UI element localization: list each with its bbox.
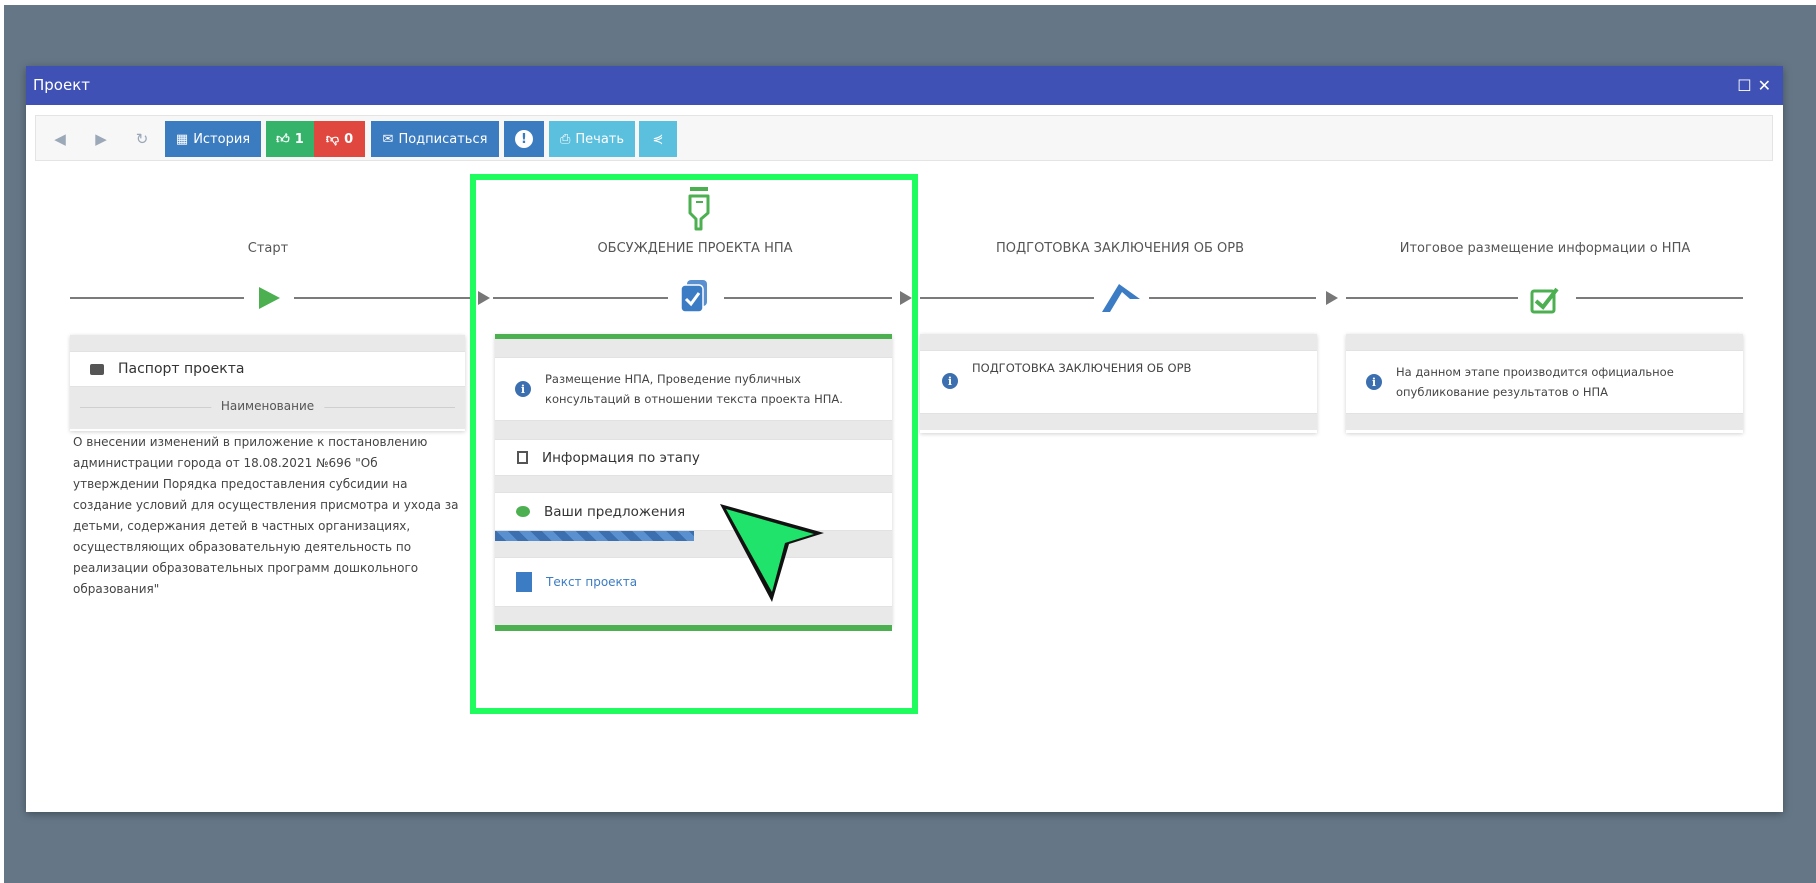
timeline-line — [294, 297, 470, 299]
project-name-text: О внесении изменений в приложение к пост… — [73, 435, 459, 596]
arrow-left-icon: ◀ — [54, 130, 66, 148]
timeline-line — [1346, 297, 1518, 299]
window-titlebar: Проект ☐ ✕ — [26, 66, 1783, 105]
thumbs-up-icon: 👍︎ — [276, 131, 290, 147]
dislike-button[interactable]: 👎︎ 0 — [314, 121, 365, 157]
exclamation-circle-icon: ! — [515, 130, 533, 148]
stage-title-start: Старт — [247, 241, 289, 256]
refresh-button[interactable]: ↻ — [130, 121, 154, 157]
flag-icon[interactable] — [1100, 280, 1142, 314]
play-icon[interactable] — [256, 285, 282, 311]
window-title: Проект — [33, 76, 91, 94]
refresh-icon: ↻ — [135, 130, 149, 148]
checkbox-icon[interactable] — [1529, 285, 1561, 315]
highlight-frame — [470, 174, 918, 714]
info-icon: i — [1366, 374, 1382, 390]
envelope-icon: ✉ — [382, 131, 394, 147]
toolbar: ◀ ▶ ↻ ▦ История 👍︎ 1 👎︎ 0 ✉ Подписаться … — [35, 115, 1773, 161]
passport-row[interactable]: Паспорт проекта — [70, 351, 465, 387]
print-button[interactable]: ⎙ Печать — [549, 121, 635, 157]
stage-title-final: Итоговое размещение информации о НПА — [1399, 241, 1691, 256]
passport-label: Паспорт проекта — [118, 361, 245, 377]
timeline-line — [1149, 297, 1316, 299]
pointer-cursor-icon — [720, 504, 824, 602]
forward-button[interactable]: ▶ — [89, 121, 113, 157]
briefcase-icon — [90, 363, 104, 375]
final-info-text: На данном этапе производится официальное… — [1396, 365, 1674, 399]
printer-icon: ⎙ — [559, 131, 571, 147]
maximize-icon[interactable]: ☐ — [1737, 66, 1751, 105]
orv-card: i ПОДГОТОВКА ЗАКЛЮЧЕНИЯ ОБ ОРВ — [920, 334, 1317, 433]
share-button[interactable]: ⋞ — [639, 121, 677, 157]
arrow-right-icon: ▶ — [95, 130, 107, 148]
name-section-header: Наименование — [70, 387, 465, 429]
info-icon: i — [942, 373, 958, 389]
passport-card: Паспорт проекта Наименование — [70, 335, 465, 431]
timeline-line — [1576, 297, 1743, 299]
subscribe-button[interactable]: ✉ Подписаться — [371, 121, 499, 157]
back-button[interactable]: ◀ — [48, 121, 72, 157]
alert-button[interactable]: ! — [504, 121, 544, 157]
history-button[interactable]: ▦ История — [165, 121, 261, 157]
share-icon: ⋞ — [652, 131, 664, 147]
timeline-line — [920, 297, 1094, 299]
like-button[interactable]: 👍︎ 1 — [266, 121, 314, 157]
timeline-line — [70, 297, 244, 299]
orv-info-text: ПОДГОТОВКА ЗАКЛЮЧЕНИЯ ОБ ОРВ — [972, 361, 1192, 375]
calendar-icon: ▦ — [175, 131, 189, 147]
orv-info-row: i ПОДГОТОВКА ЗАКЛЮЧЕНИЯ ОБ ОРВ — [920, 350, 1317, 414]
name-section-label: Наименование — [210, 399, 325, 413]
thumbs-down-icon: 👎︎ — [325, 131, 340, 147]
stage-title-orv: ПОДГОТОВКА ЗАКЛЮЧЕНИЯ ОБ ОРВ — [995, 241, 1244, 256]
final-card: i На данном этапе производится официальн… — [1346, 334, 1743, 433]
timeline-arrow-icon — [1326, 291, 1338, 305]
close-icon[interactable]: ✕ — [1758, 66, 1771, 105]
final-info-row: i На данном этапе производится официальн… — [1346, 350, 1743, 414]
